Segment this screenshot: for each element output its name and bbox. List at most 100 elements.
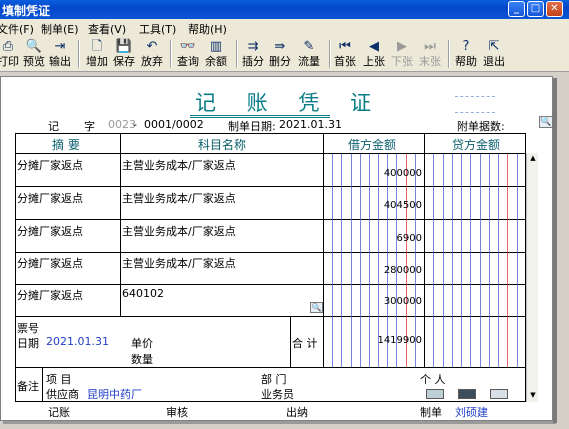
aux-detail-icon[interactable] bbox=[426, 389, 444, 399]
toolbar-separator bbox=[329, 40, 331, 68]
export-icon: ⇥ bbox=[54, 39, 66, 54]
cashflow-button[interactable]: ✎ 流量 bbox=[296, 38, 322, 70]
preview-button[interactable]: 🔍 预览 bbox=[22, 38, 46, 70]
first-voucher-button[interactable]: ⏮ 首张 bbox=[333, 38, 357, 70]
row-1-summary[interactable]: 分摊厂家返点 bbox=[17, 157, 83, 173]
total-label: 合 计 bbox=[292, 337, 318, 350]
print-button[interactable]: ⎙ 打印 bbox=[0, 38, 19, 70]
aux-record-icon[interactable] bbox=[458, 389, 476, 399]
vertical-scrollbar[interactable]: ▲ ▼ bbox=[526, 153, 538, 402]
voucher-title: 记 账 凭 证 bbox=[195, 91, 384, 115]
row-4-summary[interactable]: 分摊厂家返点 bbox=[17, 255, 83, 271]
row-1-account[interactable]: 主营业务成本/厂家返点 bbox=[122, 157, 236, 173]
department-label: 部 门 bbox=[261, 373, 287, 386]
decorative-dash bbox=[455, 96, 495, 97]
exit-button[interactable]: ⇱ 退出 bbox=[482, 38, 506, 70]
grid-line bbox=[15, 252, 526, 253]
delete-row-icon: ⇛ bbox=[274, 39, 286, 54]
grid-line bbox=[42, 367, 43, 402]
title-underline bbox=[190, 115, 330, 116]
digit-guide-line bbox=[480, 154, 481, 367]
voucher-type[interactable]: 记 bbox=[48, 118, 59, 134]
toolbar: ⎙ 打印 🔍 预览 ⇥ 输出 🗋 增加 💾 保存 ↶ 放弃 👓 查询 ▥ 余额 ⇉ 插分 ⇛ 删分 … bbox=[0, 36, 569, 72]
print-icon: ⎙ bbox=[2, 39, 14, 54]
toolbar-separator bbox=[236, 40, 238, 68]
digit-guide-line bbox=[452, 154, 453, 367]
salesman-label: 业务员 bbox=[261, 388, 294, 401]
maker-value: 刘硕建 bbox=[455, 406, 488, 419]
insert-split-button[interactable]: ⇉ 插分 bbox=[241, 38, 265, 70]
date2-label: 日期 bbox=[17, 337, 39, 350]
prev-voucher-button[interactable]: ◀ 上张 bbox=[362, 38, 386, 70]
row-2-account[interactable]: 主营业务成本/厂家返点 bbox=[122, 190, 236, 206]
discard-button[interactable]: ↶ 放弃 bbox=[140, 38, 164, 70]
last-voucher-button[interactable]: ⏭ 末张 bbox=[418, 38, 442, 70]
row-2-debit[interactable]: 404500 bbox=[360, 200, 422, 211]
balance-button[interactable]: ▥ 余额 bbox=[204, 38, 228, 70]
row-4-account[interactable]: 主营业务成本/厂家返点 bbox=[122, 255, 236, 271]
export-button[interactable]: ⇥ 输出 bbox=[48, 38, 72, 70]
minimize-button[interactable]: _ bbox=[508, 1, 525, 17]
row-1-debit[interactable]: 400000 bbox=[360, 168, 422, 179]
balance-icon: ▥ bbox=[209, 39, 223, 54]
grid-line bbox=[15, 316, 526, 317]
entry-grid bbox=[15, 133, 526, 402]
decorative-dash bbox=[455, 112, 495, 113]
grid-line bbox=[15, 186, 526, 187]
date2-value: 2021.01.31 bbox=[46, 335, 109, 348]
undo-icon: ↶ bbox=[146, 39, 158, 54]
preview-icon: 🔍 bbox=[25, 39, 43, 54]
add-button[interactable]: 🗋 增加 bbox=[85, 38, 109, 70]
menu-help[interactable]: 帮助(H) bbox=[188, 21, 227, 37]
menu-voucher[interactable]: 制单(E) bbox=[41, 21, 79, 37]
prev-icon: ◀ bbox=[369, 39, 379, 54]
maximize-button[interactable]: □ bbox=[527, 1, 544, 17]
row-5-summary[interactable]: 分摊厂家返点 bbox=[17, 287, 83, 303]
voucher-date[interactable]: 2021.01.31 bbox=[279, 118, 342, 131]
project-label: 项 目 bbox=[46, 373, 72, 386]
cashflow-icon: ✎ bbox=[303, 39, 315, 54]
aux-search-icon[interactable] bbox=[490, 389, 508, 399]
review-label: 审核 bbox=[166, 406, 188, 419]
grid-line bbox=[15, 153, 526, 154]
voucher-zi-label: 字 bbox=[84, 120, 95, 133]
delete-split-button[interactable]: ⇛ 删分 bbox=[268, 38, 292, 70]
remarks-label: 备注 bbox=[17, 380, 39, 393]
row-3-summary[interactable]: 分摊厂家返点 bbox=[17, 223, 83, 239]
menu-file[interactable]: 文件(F) bbox=[0, 21, 34, 37]
account-lookup-icon[interactable]: 🔍 bbox=[310, 302, 323, 313]
digit-guide-line bbox=[332, 154, 333, 367]
digit-guide-line bbox=[498, 154, 499, 367]
scroll-down-icon[interactable]: ▼ bbox=[528, 390, 538, 400]
row-4-debit[interactable]: 280000 bbox=[360, 265, 422, 276]
close-button[interactable]: ✕ bbox=[546, 1, 563, 17]
row-3-debit[interactable]: 6900 bbox=[360, 233, 422, 244]
menu-view[interactable]: 查看(V) bbox=[88, 21, 126, 37]
scroll-up-icon[interactable]: ▲ bbox=[528, 153, 538, 163]
toolbar-separator bbox=[78, 40, 80, 68]
digit-guide-line bbox=[341, 154, 342, 367]
next-voucher-button[interactable]: ▶ 下张 bbox=[390, 38, 414, 70]
binoculars-icon: 👓 bbox=[179, 39, 197, 54]
row-5-account[interactable]: 640102 bbox=[122, 287, 164, 300]
digit-guide-line bbox=[443, 154, 444, 367]
voucher-number[interactable]: 0023 bbox=[108, 118, 136, 131]
next-icon: ▶ bbox=[397, 39, 407, 54]
person-label: 个 人 bbox=[420, 373, 446, 386]
row-3-account[interactable]: 主营业务成本/厂家返点 bbox=[122, 223, 236, 239]
help-button[interactable]: ? 帮助 bbox=[454, 38, 478, 70]
save-button[interactable]: 💾 保存 bbox=[112, 38, 136, 70]
sheet-shadow bbox=[553, 78, 557, 423]
date-label: 制单日期: bbox=[228, 120, 276, 133]
row-5-debit[interactable]: 300000 bbox=[360, 296, 422, 307]
help-icon: ? bbox=[462, 39, 470, 54]
attachment-lookup-icon[interactable]: 🔍 bbox=[539, 116, 553, 128]
unit-price-label: 单价 bbox=[131, 337, 153, 350]
menu-tools[interactable]: 工具(T) bbox=[139, 21, 176, 37]
supplier-value: 昆明中药厂 bbox=[87, 388, 142, 401]
first-icon: ⏮ bbox=[339, 39, 351, 54]
last-icon: ⏭ bbox=[424, 39, 436, 54]
row-2-summary[interactable]: 分摊厂家返点 bbox=[17, 190, 83, 206]
grid-line bbox=[120, 133, 121, 316]
query-button[interactable]: 👓 查询 bbox=[176, 38, 200, 70]
